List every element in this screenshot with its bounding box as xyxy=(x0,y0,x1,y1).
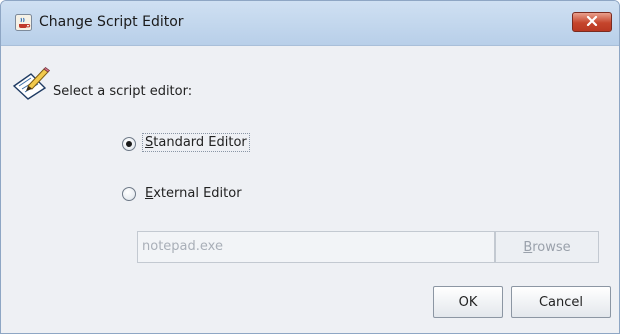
java-cup-icon xyxy=(15,14,32,31)
title-bar: Change Script Editor xyxy=(1,1,619,46)
edit-pencil-icon xyxy=(11,66,51,100)
window-title: Change Script Editor xyxy=(39,14,184,30)
standard-editor-label[interactable]: Standard Editor xyxy=(142,133,250,152)
dialog-content: Select a script editor: Standard Editor … xyxy=(1,46,619,333)
external-editor-label[interactable]: External Editor xyxy=(145,186,242,201)
radio-selected-dot xyxy=(126,141,132,147)
cancel-button[interactable]: Cancel xyxy=(511,286,611,318)
ok-button[interactable]: OK xyxy=(433,286,503,318)
browse-button[interactable]: Browse xyxy=(495,231,599,263)
external-editor-radio[interactable] xyxy=(122,187,136,201)
standard-editor-radio[interactable] xyxy=(122,137,136,151)
editor-path-field[interactable]: notepad.exe xyxy=(137,231,495,263)
close-icon xyxy=(586,15,598,30)
change-script-editor-dialog: Change Script Editor Select a script edi… xyxy=(0,0,620,334)
prompt-label: Select a script editor: xyxy=(53,84,193,99)
close-button[interactable] xyxy=(572,12,612,32)
